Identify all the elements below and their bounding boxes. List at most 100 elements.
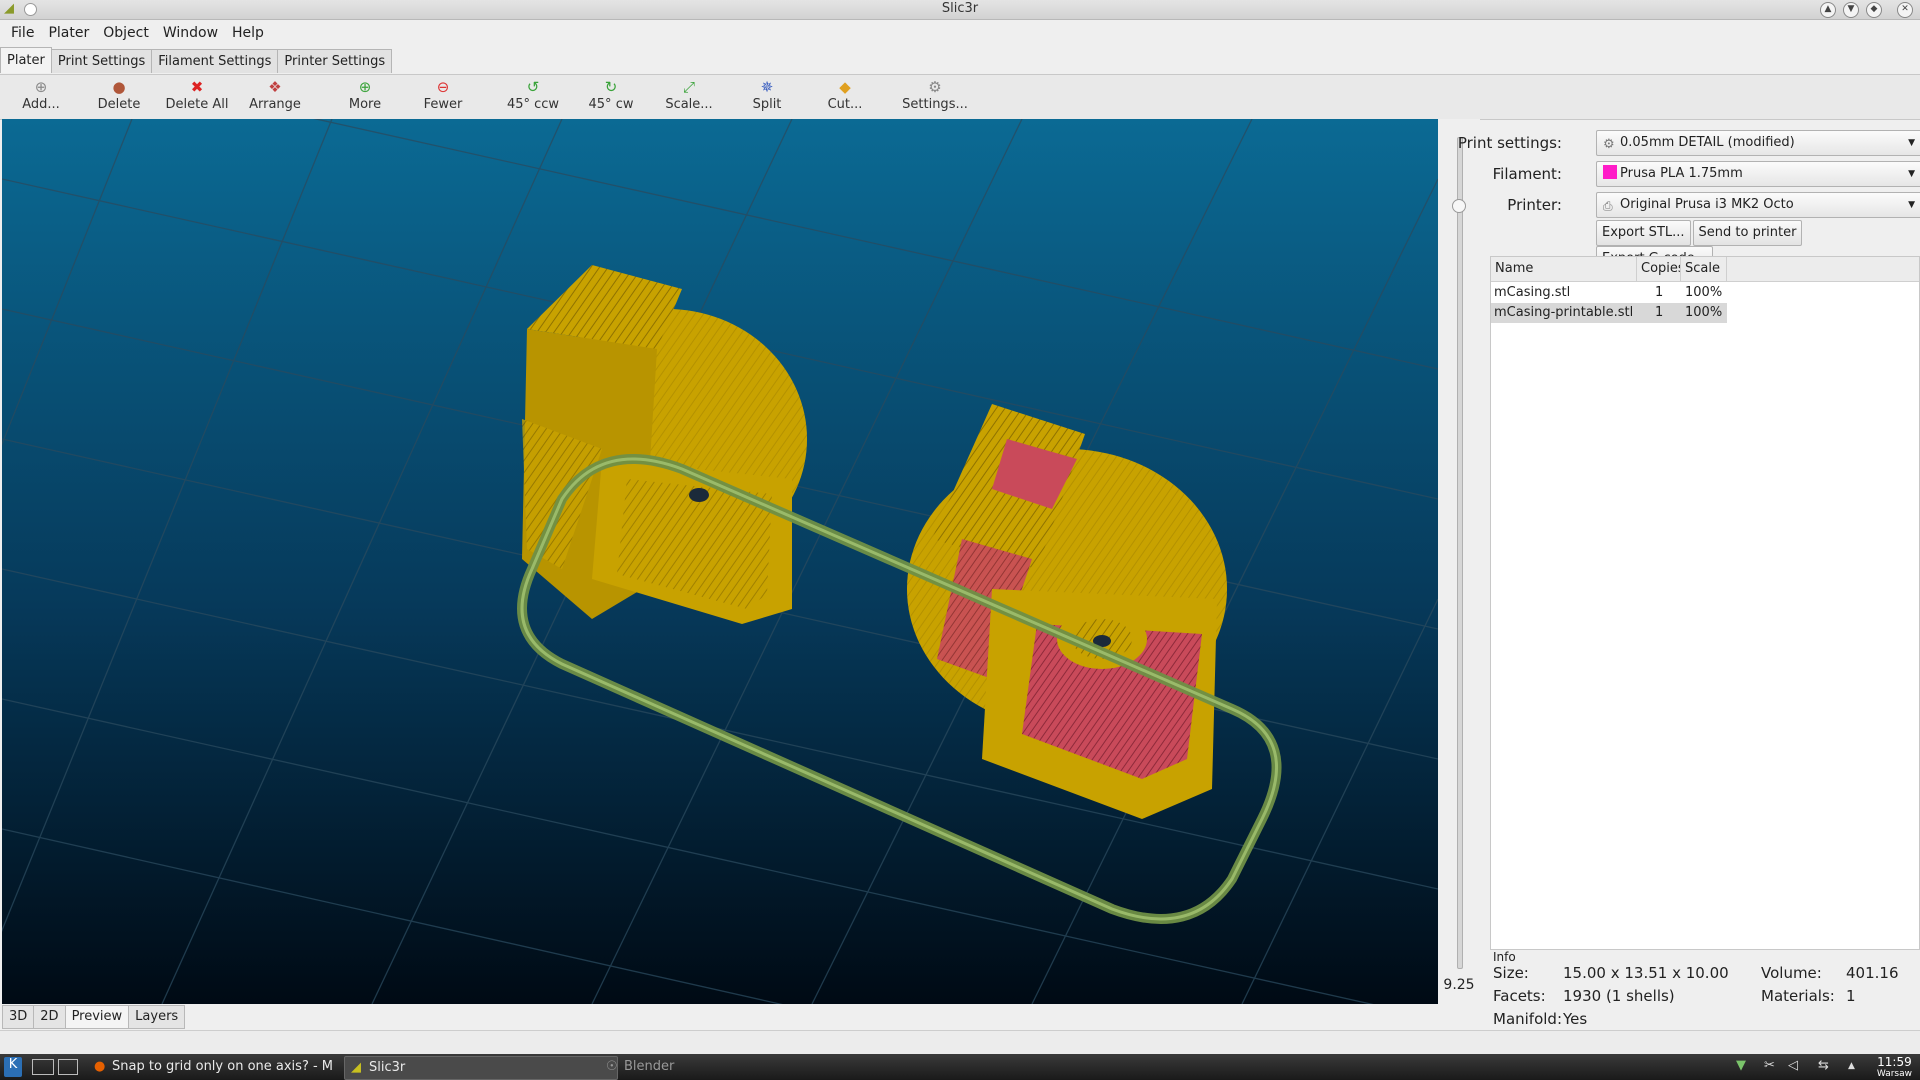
filament-color-swatch (1603, 165, 1617, 179)
menu-plater[interactable]: Plater (41, 20, 96, 46)
plater-toolbar: ⊕ Add... ● Delete ✖ Delete All ❖ Arrange ⊕ Mo… (0, 74, 1920, 120)
menu-window[interactable]: Window (156, 20, 225, 46)
desktop-icon[interactable] (32, 1059, 54, 1075)
print-settings-label: Print settings: (1457, 134, 1562, 152)
object-list-header: Name Copies Scale (1491, 257, 1919, 282)
column-scale[interactable]: Scale (1681, 257, 1727, 281)
object-row-selected[interactable]: mCasing-printable.stl 1 100% (1491, 303, 1727, 323)
rotate-cw-button[interactable]: ↻ 45° cw (572, 77, 650, 117)
task-switcher-icon[interactable] (58, 1059, 78, 1075)
tray-network-icon[interactable]: ⇆ (1818, 1058, 1829, 1073)
export-stl-button[interactable]: Export STL... (1596, 220, 1691, 246)
cut-button[interactable]: ◆ Cut... (806, 77, 884, 117)
print-settings-row: Print settings: ⚙ 0.05mm DETAIL (modified… (1458, 130, 1920, 156)
tab-plater[interactable]: Plater (0, 47, 52, 73)
close-button[interactable]: ✕ (1897, 2, 1913, 18)
info-box: Info Size: 15.00 x 13.51 x 10.00 Volume:… (1490, 950, 1918, 1028)
clock[interactable]: 11:59 Warsaw (1877, 1054, 1912, 1080)
more-button[interactable]: ⊕ More (326, 77, 404, 117)
task-firefox-label: Snap to grid only on one axis? - M (112, 1059, 334, 1074)
task-blender-label: Blender (624, 1059, 675, 1074)
rotate-cw-icon: ↻ (604, 78, 618, 96)
tab-preview[interactable]: Preview (64, 1005, 130, 1029)
delete-button[interactable]: ● Delete (80, 77, 158, 117)
printer-value: Original Prusa i3 MK2 Octo (1620, 197, 1794, 212)
info-title: Info (1493, 950, 1516, 964)
layer-height-value: 9.25 (1443, 977, 1475, 993)
send-to-printer-button[interactable]: Send to printer (1692, 220, 1803, 246)
task-blender[interactable]: ☉ Blender (600, 1056, 824, 1078)
delete-all-icon: ✖ (190, 78, 204, 96)
gear-icon: ⚙ (928, 78, 942, 96)
menu-help[interactable]: Help (225, 20, 271, 46)
column-copies[interactable]: Copies (1637, 257, 1681, 281)
object-list[interactable]: Name Copies Scale mCasing.stl 1 100% mCa… (1490, 256, 1920, 950)
maximize-button[interactable]: ◆ (1866, 2, 1882, 18)
clock-zone: Warsaw (1876, 1069, 1912, 1079)
add-button[interactable]: ⊕ Add... (2, 77, 80, 117)
rotate-ccw-button[interactable]: ↺ 45° ccw (494, 77, 572, 117)
settings-button[interactable]: ⚙ Settings... (896, 77, 974, 117)
status-bar (0, 1030, 1920, 1055)
size-label: Size: (1493, 964, 1529, 982)
menu-file[interactable]: File (4, 20, 41, 46)
object-scale: 100% (1685, 285, 1723, 300)
filament-label: Filament: (1492, 165, 1562, 183)
minimize-button[interactable]: ▼ (1843, 2, 1859, 18)
facets-value: 1930 (1 shells) (1563, 987, 1675, 1005)
tray-update-icon[interactable]: ▼ (1736, 1058, 1746, 1073)
cut-icon: ◆ (839, 78, 851, 96)
title-bar: ◢ Slic3r ▲ ▼ ◆ ✕ (0, 0, 1920, 20)
tab-print-settings[interactable]: Print Settings (50, 49, 153, 73)
window-title: Slic3r (941, 1, 979, 16)
rotate-ccw-icon: ↺ (526, 78, 540, 96)
keep-above-button[interactable]: ▲ (1820, 2, 1836, 18)
column-name[interactable]: Name (1491, 257, 1637, 281)
task-slic3r[interactable]: ◢ Slic3r (344, 1056, 618, 1080)
filament-value: Prusa PLA 1.75mm (1620, 166, 1743, 181)
print-settings-value: 0.05mm DETAIL (modified) (1620, 135, 1795, 150)
tray-expand-icon[interactable]: ▲ (1848, 1061, 1855, 1071)
tab-printer-settings[interactable]: Printer Settings (277, 49, 393, 73)
tab-2d[interactable]: 2D (33, 1005, 66, 1029)
main-tabs: Plater Print Settings Filament Settings Pri… (0, 47, 393, 73)
settings-panel: Print settings: ⚙ 0.05mm DETAIL (modified… (1458, 122, 1920, 1028)
print-settings-select[interactable]: ⚙ 0.05mm DETAIL (modified) ▼ (1596, 130, 1920, 156)
object-row[interactable]: mCasing.stl 1 100% (1491, 283, 1727, 303)
add-icon: ⊕ (34, 78, 48, 96)
plus-icon: ⊕ (358, 78, 372, 96)
task-firefox[interactable]: ● Snap to grid only on one axis? - M (88, 1056, 362, 1078)
start-menu-icon[interactable]: K (4, 1057, 22, 1077)
delete-all-button[interactable]: ✖ Delete All (158, 77, 236, 117)
tray-scissors-icon[interactable]: ✂ (1764, 1058, 1775, 1073)
3d-scene[interactable] (2, 119, 1438, 1004)
tab-layers[interactable]: Layers (128, 1005, 186, 1029)
gear-icon: ⚙ (1603, 137, 1615, 152)
facets-label: Facets: (1493, 987, 1546, 1005)
object-name: mCasing.stl (1494, 285, 1571, 300)
tab-filament-settings[interactable]: Filament Settings (151, 49, 279, 73)
menu-bar: File Plater Object Window Help (0, 20, 1920, 46)
layer-slider-handle[interactable] (1452, 199, 1466, 213)
object-copies: 1 (1655, 305, 1664, 320)
printer-select[interactable]: ⎙ Original Prusa i3 MK2 Octo ▼ (1596, 192, 1920, 218)
chevron-down-icon: ▼ (1908, 200, 1915, 210)
fewer-button[interactable]: ⊖ Fewer (404, 77, 482, 117)
arrange-button[interactable]: ❖ Arrange (236, 77, 314, 117)
blender-icon: ☉ (606, 1059, 618, 1074)
menu-object[interactable]: Object (96, 20, 156, 46)
split-button[interactable]: ✵ Split (728, 77, 806, 117)
object-name: mCasing-printable.stl (1494, 305, 1634, 320)
3d-viewport[interactable] (2, 119, 1438, 1004)
tab-3d[interactable]: 3D (2, 1005, 35, 1029)
tray-volume-icon[interactable]: ◁ (1788, 1058, 1798, 1073)
task-slic3r-label: Slic3r (369, 1060, 406, 1075)
filament-select[interactable]: Prusa PLA 1.75mm ▼ (1596, 161, 1920, 187)
printer-icon: ⎙ (1603, 199, 1613, 213)
materials-label: Materials: (1761, 987, 1835, 1005)
scale-button[interactable]: ⤢ Scale... (650, 77, 728, 117)
clock-time: 11:59 (1877, 1055, 1912, 1069)
taskbar: K ● Snap to grid only on one axis? - M ◢ S… (0, 1054, 1920, 1080)
layer-slider-track[interactable] (1457, 137, 1463, 969)
layer-slider[interactable]: 9.25 (1438, 119, 1480, 1004)
